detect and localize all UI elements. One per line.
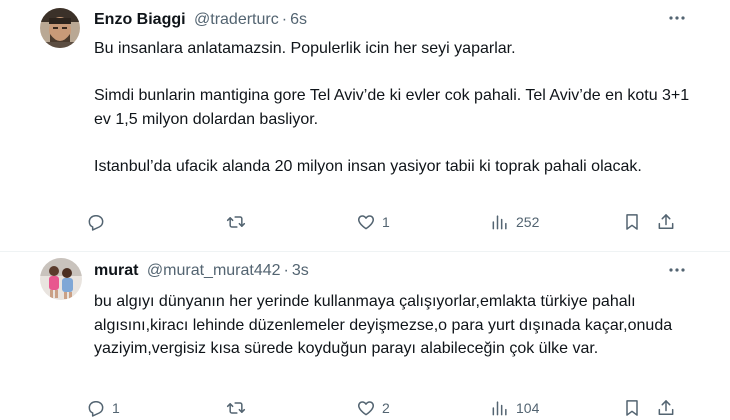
views-icon bbox=[492, 401, 507, 416]
retweet-icon bbox=[226, 402, 246, 414]
separator: · bbox=[281, 11, 288, 28]
avatar[interactable] bbox=[40, 8, 80, 48]
tweet-actions: 1 2 104 bbox=[86, 396, 674, 420]
user-handle[interactable]: @traderturc bbox=[194, 11, 279, 28]
separator: · bbox=[283, 262, 289, 279]
tweet[interactable]: Enzo Biaggi @traderturc · 6s Bu insanlara … bbox=[0, 0, 730, 252]
like-button[interactable]: 1 bbox=[356, 210, 390, 234]
tweet-paragraph: bu algıyı dünyanın her yerinde kullanmay… bbox=[94, 293, 677, 357]
bookmark-button[interactable] bbox=[622, 396, 642, 420]
display-name[interactable]: Enzo Biaggi bbox=[94, 11, 186, 28]
more-button[interactable] bbox=[664, 260, 690, 280]
reply-count: 1 bbox=[112, 400, 120, 416]
views-button[interactable]: 252 bbox=[490, 210, 539, 234]
share-button[interactable] bbox=[656, 396, 676, 420]
reply-button[interactable] bbox=[86, 210, 112, 234]
views-button[interactable]: 104 bbox=[490, 396, 539, 420]
tweet-header: Enzo Biaggi @traderturc · 6s bbox=[94, 10, 307, 30]
tweet-actions: 1 252 bbox=[86, 210, 674, 234]
display-name[interactable]: murat bbox=[94, 262, 138, 279]
more-icon bbox=[669, 16, 685, 20]
tweet-paragraph: Simdi bunlarin mantigina gore Tel Aviv’d… bbox=[94, 87, 694, 128]
like-count: 1 bbox=[382, 214, 390, 230]
tweet-paragraph: Bu insanlara anlatamazsin. Populerlik ic… bbox=[94, 40, 516, 57]
bookmark-icon bbox=[626, 400, 638, 416]
timestamp[interactable]: 3s bbox=[292, 262, 309, 279]
bookmark-icon bbox=[626, 214, 638, 230]
share-icon bbox=[658, 400, 674, 415]
bookmark-button[interactable] bbox=[622, 210, 642, 234]
like-count: 2 bbox=[382, 400, 390, 416]
avatar[interactable] bbox=[40, 258, 82, 300]
views-icon bbox=[492, 215, 507, 230]
more-icon bbox=[669, 268, 685, 272]
like-button[interactable]: 2 bbox=[356, 396, 390, 420]
tweet-text: Bu insanlara anlatamazsin. Populerlik ic… bbox=[94, 37, 694, 178]
view-count: 104 bbox=[516, 400, 540, 416]
heart-icon bbox=[357, 215, 375, 230]
reply-icon bbox=[88, 401, 104, 417]
more-button[interactable] bbox=[664, 8, 690, 28]
retweet-button[interactable] bbox=[226, 210, 252, 234]
heart-icon bbox=[357, 401, 375, 416]
tweet-header: murat @murat_murat442 · 3s bbox=[94, 261, 309, 281]
reply-icon bbox=[88, 215, 104, 231]
timestamp[interactable]: 6s bbox=[290, 11, 307, 28]
user-handle[interactable]: @murat_murat442 bbox=[147, 262, 281, 279]
reply-button[interactable]: 1 bbox=[86, 396, 120, 420]
tweet-paragraph: Istanbul’da ufacik alanda 20 milyon insa… bbox=[94, 157, 642, 175]
share-button[interactable] bbox=[656, 210, 676, 234]
view-count: 252 bbox=[516, 214, 540, 230]
tweet[interactable]: murat @murat_murat442 · 3s bu algıyı dünya… bbox=[0, 252, 730, 420]
retweet-button[interactable] bbox=[226, 396, 252, 420]
tweet-text: bu algıyı dünyanın her yerinde kullanmay… bbox=[94, 290, 694, 361]
share-icon bbox=[658, 214, 674, 229]
retweet-icon bbox=[226, 216, 246, 228]
